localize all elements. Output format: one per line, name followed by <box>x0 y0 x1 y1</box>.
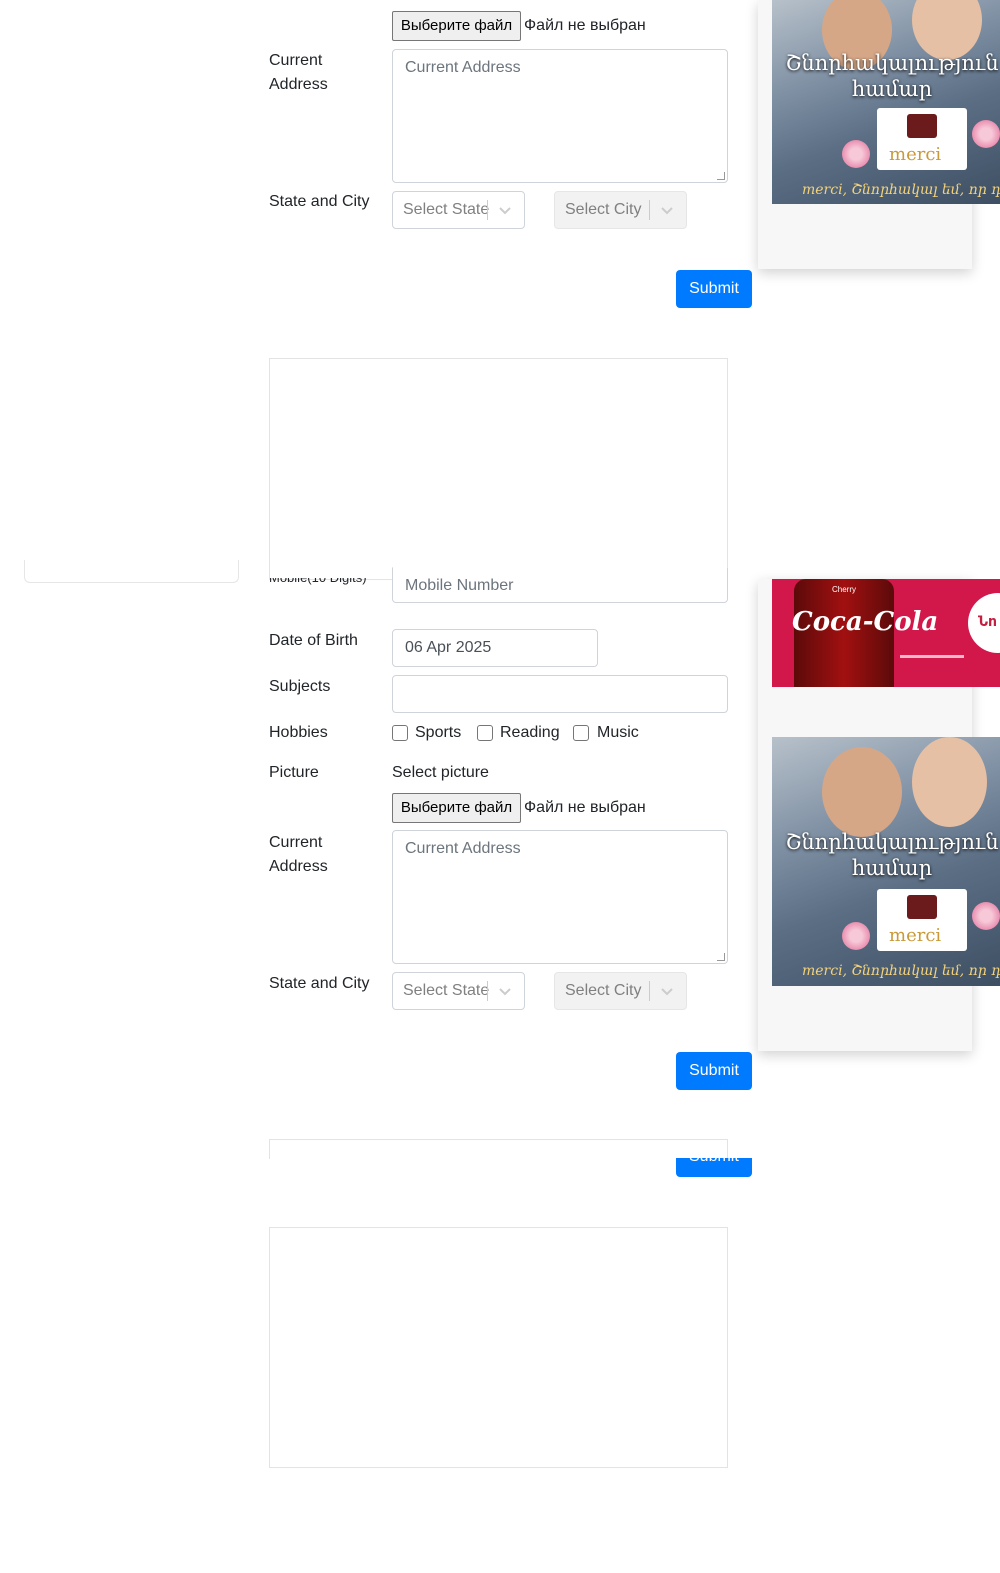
submit-button[interactable]: Submit <box>676 1052 752 1090</box>
date-of-birth-label: Date of Birth <box>269 632 358 649</box>
state-placeholder: Select State <box>403 201 490 218</box>
flower-icon <box>842 140 870 168</box>
current-address-label: Current Address <box>269 52 328 93</box>
product-box: merci <box>877 108 967 170</box>
ad-placeholder-box <box>269 358 728 580</box>
select-separator <box>649 200 650 220</box>
fine-print <box>900 655 964 658</box>
flower-icon <box>972 120 1000 148</box>
reading-checkbox[interactable] <box>477 725 493 741</box>
promo-badge: Նո <box>968 593 1000 653</box>
date-of-birth-value: 06 Apr 2025 <box>405 639 492 656</box>
romance-ad-image[interactable]: Շնորհակալություն համար merci merci, Շնոր… <box>772 0 1000 204</box>
file-status-text: Файл не выбран <box>524 17 646 34</box>
chocolate-image <box>907 114 937 138</box>
select-separator <box>649 981 650 1001</box>
resize-handle-icon[interactable] <box>717 172 725 180</box>
submit-button[interactable]: Submit <box>676 270 752 308</box>
state-placeholder: Select State <box>403 982 490 999</box>
music-label[interactable]: Music <box>597 721 639 745</box>
date-of-birth-input[interactable]: 06 Apr 2025 <box>392 629 598 667</box>
city-placeholder: Select City <box>565 201 642 218</box>
ad-placeholder-box <box>269 1227 728 1468</box>
chevron-down-icon <box>661 988 673 996</box>
select-separator <box>487 981 488 1001</box>
ad-photo-figure <box>912 737 987 827</box>
file-upload-button[interactable]: Выберите файл <box>392 793 521 823</box>
product-box: merci <box>877 889 967 951</box>
state-select[interactable]: Select State <box>392 972 525 1010</box>
current-address-placeholder: Current Address <box>405 840 521 857</box>
coca-cola-ad-image[interactable]: Cherry Coca-Cola Նո <box>772 579 1000 687</box>
select-picture-label: Select picture <box>392 764 489 781</box>
ghost-submit-button[interactable]: Submit <box>676 1158 752 1177</box>
brand-logo: merci <box>889 925 942 946</box>
state-select[interactable]: Select State <box>392 191 525 229</box>
reading-label[interactable]: Reading <box>500 721 560 745</box>
city-placeholder: Select City <box>565 982 642 999</box>
brand-logo: merci <box>889 144 942 165</box>
file-status-text: Файл не выбран <box>524 799 646 816</box>
flower-icon <box>842 922 870 950</box>
current-address-textarea[interactable]: Current Address <box>392 830 728 964</box>
chevron-down-icon <box>661 207 673 215</box>
subjects-label: Subjects <box>269 678 331 695</box>
mobile-input[interactable]: Mobile Number <box>392 567 728 603</box>
ad-photo-figure <box>822 747 902 837</box>
brand-logo: Coca-Cola <box>792 607 939 637</box>
mobile-placeholder: Mobile Number <box>405 577 514 594</box>
state-city-label: State and City <box>269 975 370 992</box>
ad-headline: Շնորհակալություն համար <box>785 830 999 880</box>
current-address-label: Current Address <box>269 834 328 875</box>
subjects-input[interactable] <box>392 675 728 713</box>
select-separator <box>487 200 488 220</box>
sports-label[interactable]: Sports <box>415 721 461 745</box>
ad-tagline: merci, Շնորհակալ եմ, որ դու <box>802 963 1000 979</box>
chevron-down-icon <box>499 988 511 996</box>
ad-placeholder-box-edge <box>269 1139 728 1159</box>
current-address-placeholder: Current Address <box>405 59 521 76</box>
picture-label: Picture <box>269 764 319 781</box>
flavor-label: Cherry <box>832 585 857 594</box>
ad-headline: Շնորհակալություն համար <box>785 51 999 101</box>
music-checkbox[interactable] <box>573 725 589 741</box>
city-select[interactable]: Select City <box>554 191 687 229</box>
chocolate-image <box>907 895 937 919</box>
sidebar-card-edge <box>24 560 239 583</box>
file-upload-button[interactable]: Выберите файл <box>392 11 521 41</box>
chevron-down-icon <box>499 207 511 215</box>
sports-checkbox[interactable] <box>392 725 408 741</box>
city-select[interactable]: Select City <box>554 972 687 1010</box>
state-city-label: State and City <box>269 193 370 210</box>
ad-tagline: merci, Շնորհակալ եմ, որ դու <box>802 182 1000 198</box>
current-address-textarea[interactable]: Current Address <box>392 49 728 183</box>
romance-ad-image[interactable]: Շնորհակալություն համար merci merci, Շնոր… <box>772 737 1000 986</box>
flower-icon <box>972 902 1000 930</box>
hobbies-label: Hobbies <box>269 724 328 741</box>
resize-handle-icon[interactable] <box>717 953 725 961</box>
